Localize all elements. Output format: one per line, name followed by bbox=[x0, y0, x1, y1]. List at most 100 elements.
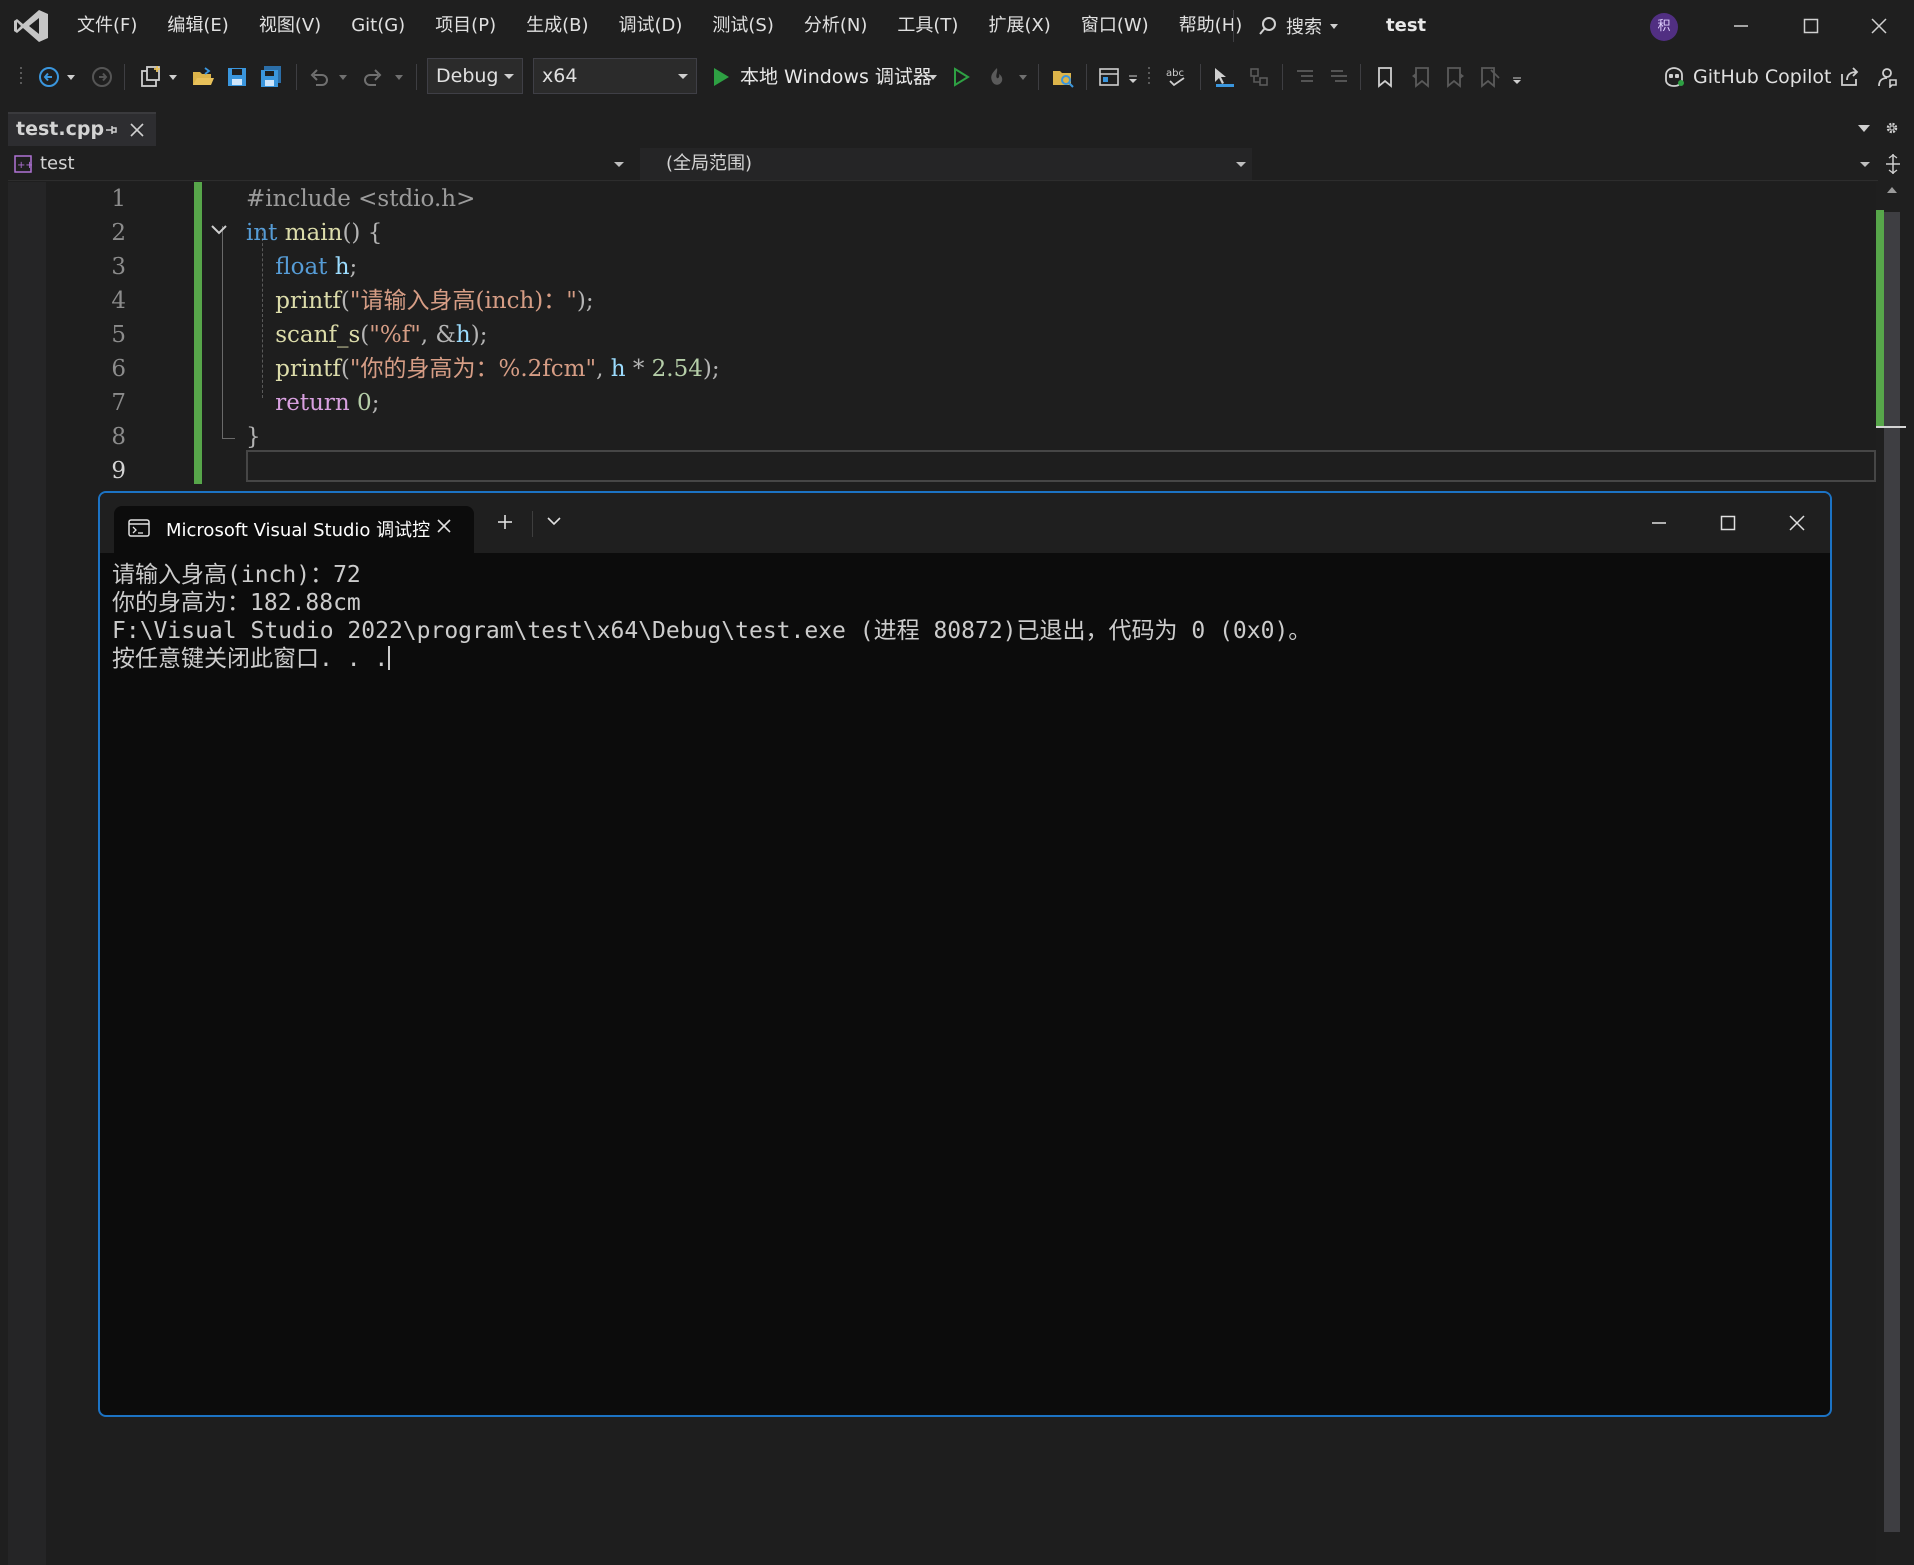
debug-console-window[interactable]: Microsoft Visual Studio 调试控制台 请输入身高(inch… bbox=[98, 491, 1832, 1417]
project-dropdown[interactable]: ++ test bbox=[8, 148, 630, 180]
navigate-back-dropdown-icon[interactable] bbox=[64, 63, 78, 91]
next-bookmark-icon[interactable] bbox=[1442, 63, 1468, 91]
maximize-button[interactable] bbox=[1788, 8, 1834, 44]
line-number: 5 bbox=[111, 322, 126, 348]
open-file-icon[interactable] bbox=[190, 63, 216, 91]
code-line[interactable]: #include <stdio.h> bbox=[246, 182, 475, 216]
solution-configuration-select[interactable]: Debug bbox=[427, 58, 523, 94]
pin-tab-icon[interactable] bbox=[104, 123, 118, 137]
new-project-icon[interactable] bbox=[138, 63, 164, 91]
editor-vertical-scrollbar[interactable] bbox=[1876, 182, 1914, 1565]
browse-folder-icon[interactable] bbox=[1050, 63, 1076, 91]
start-debugging-icon[interactable] bbox=[708, 63, 734, 91]
start-debugging-button[interactable]: 本地 Windows 调试器 bbox=[740, 63, 932, 91]
menu-item[interactable]: 分析(N) bbox=[789, 6, 883, 46]
chevron-down-icon[interactable] bbox=[546, 515, 562, 527]
code-token: , bbox=[596, 356, 611, 382]
code-line[interactable]: return 0; bbox=[246, 386, 379, 420]
menu-item[interactable]: 生成(B) bbox=[511, 6, 603, 46]
save-icon[interactable] bbox=[224, 63, 250, 91]
glyph-margin[interactable] bbox=[8, 182, 46, 1565]
collapse-region-icon[interactable] bbox=[210, 224, 228, 236]
toolbar-overflow-icon[interactable] bbox=[1126, 63, 1140, 91]
previous-bookmark-icon[interactable] bbox=[1408, 63, 1434, 91]
menu-item[interactable]: 扩展(X) bbox=[973, 6, 1065, 46]
tab-test-cpp[interactable]: test.cpp bbox=[8, 112, 156, 146]
code-line[interactable]: int main() { bbox=[246, 216, 382, 250]
bookmark-icon[interactable] bbox=[1372, 63, 1398, 91]
hot-reload-dropdown-icon[interactable] bbox=[1016, 63, 1030, 91]
code-line[interactable]: printf("你的身高为：%.2fcm", h * 2.54); bbox=[246, 352, 719, 386]
scope-dropdown[interactable]: (全局范围) bbox=[640, 148, 1252, 180]
code-token: #include <stdio.h> bbox=[246, 186, 476, 212]
console-tab[interactable]: Microsoft Visual Studio 调试控制台 bbox=[114, 506, 474, 553]
scroll-up-icon[interactable] bbox=[1886, 186, 1898, 194]
layout-icon[interactable] bbox=[1096, 63, 1122, 91]
line-number: 9 bbox=[111, 458, 126, 484]
menu-item[interactable]: 项目(P) bbox=[420, 6, 511, 46]
close-tab-icon[interactable] bbox=[130, 123, 144, 137]
redo-icon[interactable] bbox=[360, 63, 386, 91]
hot-reload-icon[interactable] bbox=[984, 63, 1010, 91]
code-line[interactable]: float h; bbox=[246, 250, 357, 284]
menu-item[interactable]: 视图(V) bbox=[244, 6, 336, 46]
toolbar-grip[interactable] bbox=[18, 63, 26, 91]
code-line[interactable]: } bbox=[246, 420, 261, 454]
share-icon[interactable] bbox=[1836, 63, 1862, 91]
menu-item[interactable]: Git(G) bbox=[336, 6, 420, 46]
comment-lines-icon[interactable] bbox=[1292, 63, 1318, 91]
clear-bookmarks-icon[interactable] bbox=[1476, 63, 1502, 91]
user-avatar[interactable]: 积 bbox=[1650, 13, 1678, 41]
feedback-icon[interactable] bbox=[1874, 63, 1900, 91]
menu-item[interactable]: 工具(T) bbox=[882, 6, 973, 46]
menu-item[interactable]: 调试(D) bbox=[604, 6, 698, 46]
member-dropdown[interactable] bbox=[1262, 148, 1876, 180]
code-token: } bbox=[246, 424, 261, 450]
scrollbar-thumb[interactable] bbox=[1884, 212, 1900, 1532]
solution-name: test bbox=[1386, 15, 1427, 36]
navigate-forward-icon[interactable] bbox=[90, 63, 114, 91]
start-without-debugging-icon[interactable] bbox=[948, 63, 974, 91]
solution-platform-select[interactable]: x64 bbox=[533, 58, 697, 94]
line-number: 7 bbox=[111, 390, 126, 416]
menu-items: 文件(F) 编辑(E) 视图(V) Git(G) 项目(P) 生成(B) 调试(D) 测试(S… bbox=[62, 0, 1257, 52]
debug-target-dropdown-icon[interactable] bbox=[926, 63, 940, 91]
console-title-bar[interactable]: Microsoft Visual Studio 调试控制台 bbox=[100, 493, 1830, 553]
console-minimize-button[interactable] bbox=[1634, 507, 1684, 539]
svg-text:++: ++ bbox=[17, 160, 32, 171]
undo-icon[interactable] bbox=[306, 63, 332, 91]
console-maximize-button[interactable] bbox=[1703, 507, 1753, 539]
code-line[interactable]: scanf_s("%f", &h); bbox=[246, 318, 487, 352]
toolbar-separator bbox=[124, 64, 125, 90]
code-line[interactable]: printf("请输入身高(inch)："); bbox=[246, 284, 593, 318]
menu-item[interactable]: 测试(S) bbox=[697, 6, 788, 46]
github-copilot-button[interactable]: GitHub Copilot bbox=[1693, 63, 1831, 91]
split-window-icon[interactable] bbox=[1884, 154, 1902, 174]
search-button[interactable]: 搜索 bbox=[1258, 10, 1338, 42]
toolbar-overflow-icon[interactable] bbox=[1510, 63, 1524, 91]
menu-item[interactable]: 帮助(H) bbox=[1164, 6, 1258, 46]
console-close-button[interactable] bbox=[1772, 507, 1822, 539]
undo-dropdown-icon[interactable] bbox=[336, 63, 350, 91]
toolbar-grip[interactable] bbox=[1146, 63, 1154, 91]
console-output[interactable]: 请输入身高(inch)：72 你的身高为：182.88cm F:\Visual St… bbox=[112, 561, 1818, 673]
spell-check-icon[interactable]: abc bbox=[1162, 63, 1192, 91]
minimize-button[interactable] bbox=[1718, 8, 1764, 44]
close-button[interactable] bbox=[1856, 8, 1902, 44]
menu-item[interactable]: 窗口(W) bbox=[1066, 6, 1164, 46]
github-copilot-icon[interactable] bbox=[1660, 63, 1688, 91]
menu-item[interactable]: 编辑(E) bbox=[152, 6, 243, 46]
menu-item[interactable]: 文件(F) bbox=[62, 6, 152, 46]
new-project-dropdown-icon[interactable] bbox=[166, 63, 180, 91]
select-element-icon[interactable] bbox=[1210, 63, 1238, 91]
save-all-icon[interactable] bbox=[258, 63, 284, 91]
uncomment-lines-icon[interactable] bbox=[1326, 63, 1352, 91]
redo-dropdown-icon[interactable] bbox=[392, 63, 406, 91]
gear-icon[interactable] bbox=[1884, 120, 1900, 136]
new-tab-icon[interactable] bbox=[496, 513, 514, 531]
close-tab-icon[interactable] bbox=[436, 518, 452, 534]
navigate-back-icon[interactable] bbox=[36, 63, 62, 91]
tab-list-dropdown-icon[interactable] bbox=[1858, 124, 1870, 132]
live-visual-tree-icon[interactable] bbox=[1246, 63, 1272, 91]
